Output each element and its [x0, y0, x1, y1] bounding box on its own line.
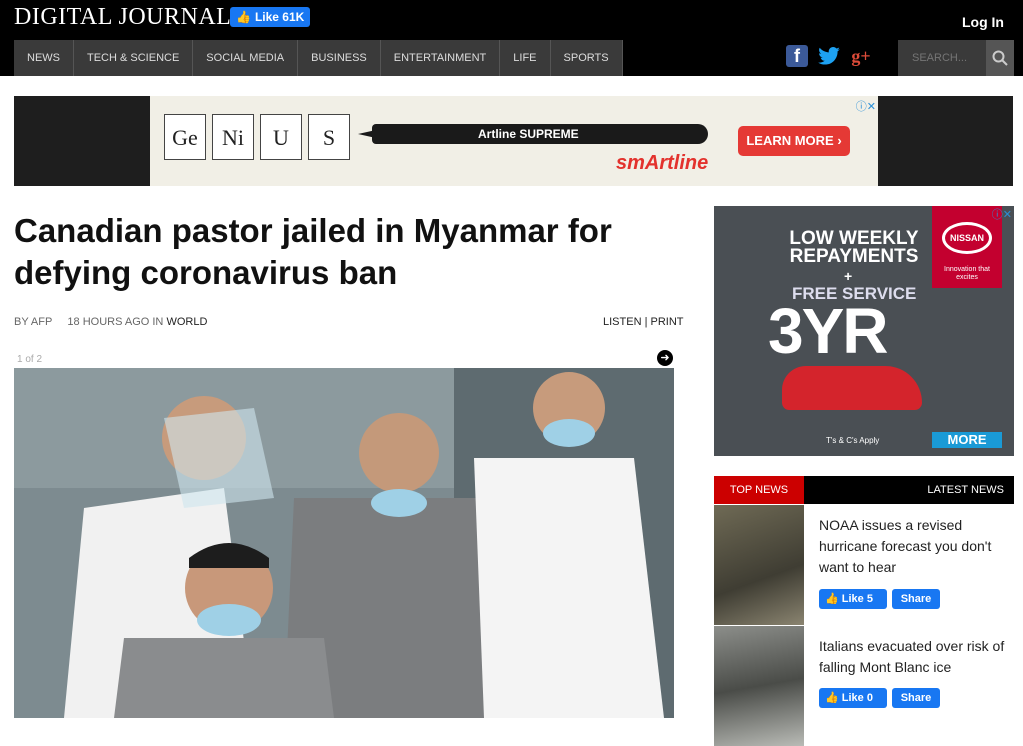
tab-latest-news[interactable]: LATEST NEWS: [927, 476, 1004, 504]
nav-item-business[interactable]: BUSINESS: [298, 40, 381, 76]
ad-3yr: 3YR: [768, 295, 888, 367]
login-link[interactable]: Log In: [962, 14, 1004, 30]
article-photo[interactable]: [14, 368, 674, 718]
facebook-like-button[interactable]: 👍 Like 5: [819, 589, 887, 609]
element-tile: Ni: [212, 114, 254, 160]
google-plus-icon[interactable]: g+: [850, 44, 872, 68]
search-box: [898, 40, 1014, 76]
tab-top-news[interactable]: TOP NEWS: [714, 476, 804, 504]
nav-item-entertainment[interactable]: ENTERTAINMENT: [380, 40, 501, 76]
site-logo[interactable]: DIGITAL JOURNAL: [14, 4, 231, 31]
element-tile: S: [308, 114, 350, 160]
search-button[interactable]: [986, 40, 1014, 76]
nissan-ad[interactable]: LOW WEEKLY REPAYMENTS + FREE SERVICE 3YR…: [714, 206, 1014, 456]
facebook-like-label: Like 61K: [254, 10, 305, 24]
artline-ad[interactable]: Ge Ni U S Artline SUPREME smArtline LEAR…: [150, 96, 878, 186]
news-tabs: TOP NEWS LATEST NEWS: [714, 476, 1014, 504]
next-slide-icon[interactable]: ➜: [657, 350, 673, 366]
nav-item-tech-science[interactable]: TECH & SCIENCE: [74, 40, 194, 76]
share-button[interactable]: Share: [892, 688, 940, 708]
news-item[interactable]: Italians evacuated over risk of falling …: [714, 626, 1014, 746]
news-title[interactable]: Italians evacuated over risk of falling …: [819, 636, 1014, 678]
facebook-icon[interactable]: f: [786, 45, 808, 67]
search-icon: [992, 50, 1008, 66]
pen-label: Artline SUPREME: [478, 127, 579, 141]
twitter-icon[interactable]: [818, 44, 840, 68]
artline-brand: smArtline: [616, 152, 709, 174]
byline-category[interactable]: WORLD: [166, 316, 207, 328]
byline-time: 18 HOURS AGO IN: [67, 316, 164, 328]
search-input[interactable]: [898, 40, 986, 76]
thumbs-up-icon: 👍: [825, 593, 839, 605]
main-nav: NEWS TECH & SCIENCE SOCIAL MEDIA BUSINES…: [14, 40, 623, 76]
byline-author: BY AFP: [14, 316, 53, 328]
nav-item-sports[interactable]: SPORTS: [550, 40, 623, 76]
ad-plus: +: [844, 268, 853, 284]
social-links: f g+: [786, 44, 872, 68]
top-banner-ad[interactable]: Ge Ni U S Artline SUPREME smArtline LEAR…: [14, 96, 1013, 186]
thumbs-up-icon: 👍: [236, 10, 251, 24]
article-byline: BY AFP 18 HOURS AGO IN WORLD: [14, 316, 207, 328]
site-header: DIGITAL JOURNAL 👍 Like 61K Log In NEWS T…: [0, 0, 1023, 76]
nissan-tagline: Innovation that excites: [944, 266, 990, 281]
facebook-like-button[interactable]: 👍 Like 61K: [230, 7, 311, 27]
element-tile: Ge: [164, 114, 206, 160]
adchoices-icon[interactable]: ⓘ✕: [992, 206, 1012, 222]
nissan-logo: NISSAN: [942, 222, 992, 254]
nav-item-news[interactable]: NEWS: [14, 40, 74, 76]
thumbs-up-icon: 👍: [825, 692, 839, 704]
nav-item-life[interactable]: LIFE: [500, 40, 551, 76]
listen-link[interactable]: LISTEN: [603, 316, 642, 328]
slide-counter: 1 of 2: [17, 354, 43, 365]
article-tools: LISTEN | PRINT: [603, 316, 684, 328]
news-item[interactable]: NOAA issues a revised hurricane forecast…: [714, 505, 1014, 625]
news-thumbnail[interactable]: [714, 505, 804, 625]
nav-item-social-media[interactable]: SOCIAL MEDIA: [193, 40, 299, 76]
article-headline: Canadian pastor jailed in Myanmar for de…: [14, 212, 612, 291]
ad-terms: T's & C's Apply: [826, 436, 880, 445]
more-button[interactable]: MORE: [932, 432, 1002, 448]
news-title[interactable]: NOAA issues a revised hurricane forecast…: [819, 515, 1014, 578]
learn-more-button[interactable]: LEARN MORE ›: [738, 126, 850, 156]
element-tile: U: [260, 114, 302, 160]
genius-elements: Ge Ni U S: [164, 114, 350, 160]
adchoices-icon[interactable]: ⓘ✕: [856, 98, 876, 114]
news-thumbnail[interactable]: [714, 626, 804, 746]
car-image: [782, 366, 922, 410]
share-button[interactable]: Share: [892, 589, 940, 609]
print-link[interactable]: PRINT: [651, 316, 684, 328]
ad-headline: LOW WEEKLY REPAYMENTS: [789, 228, 919, 267]
facebook-like-button[interactable]: 👍 Like 0: [819, 688, 887, 708]
